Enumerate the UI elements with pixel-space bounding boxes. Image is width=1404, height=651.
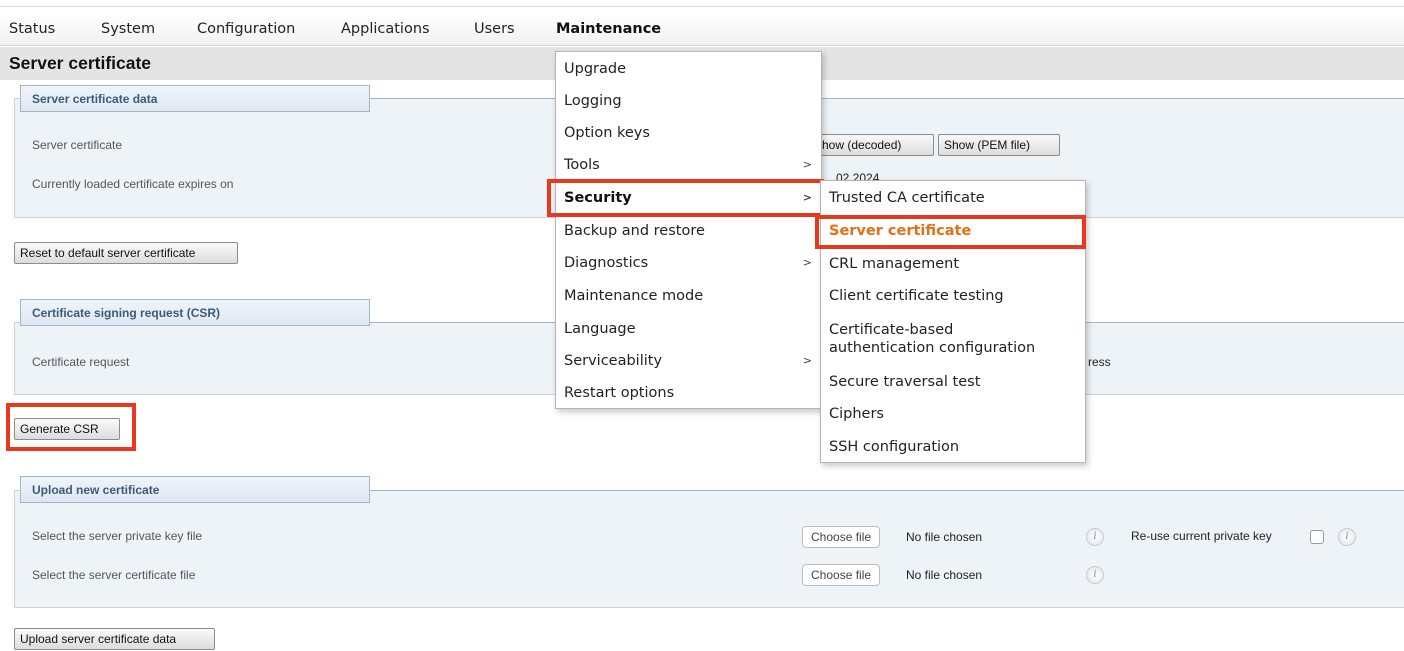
- legend-divider: [370, 98, 1404, 99]
- menu-item-security[interactable]: Security >: [556, 183, 821, 215]
- menu-item-option-keys[interactable]: Option keys: [556, 118, 821, 150]
- menu-item-upgrade[interactable]: Upgrade: [556, 54, 821, 86]
- submenu-item-cert-based-auth[interactable]: Certificate-based authentication configu…: [821, 314, 1085, 368]
- top-divider: [0, 6, 1404, 7]
- upload-legend: Upload new certificate: [20, 476, 370, 503]
- certificate-request-label: Certificate request: [32, 355, 130, 369]
- submenu-arrow-icon: >: [802, 158, 812, 171]
- menu-item-label: Maintenance mode: [564, 288, 704, 304]
- menu-item-label: Serviceability: [564, 353, 663, 369]
- menu-item-backup-restore[interactable]: Backup and restore: [556, 216, 821, 248]
- nav-users[interactable]: Users: [474, 21, 515, 37]
- generate-csr-button[interactable]: Generate CSR: [14, 418, 120, 440]
- submenu-item-trusted-ca[interactable]: Trusted CA certificate: [821, 183, 1085, 215]
- menu-item-maintenance-mode[interactable]: Maintenance mode: [556, 281, 821, 313]
- menu-item-label: CRL management: [829, 256, 960, 272]
- private-key-file-status: No file chosen: [906, 530, 983, 544]
- submenu-item-client-cert-testing[interactable]: Client certificate testing: [821, 281, 1085, 313]
- nav-maintenance[interactable]: Maintenance: [556, 21, 661, 37]
- menu-item-label: Security: [564, 190, 632, 206]
- menu-item-label: Restart options: [564, 385, 675, 401]
- menu-item-label: Trusted CA certificate: [829, 190, 985, 206]
- security-submenu: Trusted CA certificate Server certificat…: [820, 180, 1086, 463]
- show-decoded-button[interactable]: Show (decoded): [808, 134, 934, 156]
- menu-item-label: Diagnostics: [564, 255, 649, 271]
- menu-item-restart-options[interactable]: Restart options: [556, 378, 821, 410]
- submenu-item-crl-management[interactable]: CRL management: [821, 249, 1085, 281]
- menu-item-logging[interactable]: Logging: [556, 86, 821, 118]
- server-certificate-legend: Server certificate data: [20, 85, 370, 112]
- upload-server-cert-button[interactable]: Upload server certificate data: [14, 628, 215, 650]
- reuse-private-key-checkbox[interactable]: [1310, 530, 1324, 544]
- menu-item-serviceability[interactable]: Serviceability >: [556, 346, 821, 378]
- menu-item-label: authentication configuration: [829, 340, 1036, 356]
- main-nav: Status System Configuration Applications…: [0, 14, 1404, 46]
- cert-file-status: No file chosen: [906, 568, 983, 582]
- menu-item-label: Backup and restore: [564, 223, 705, 239]
- menu-item-diagnostics[interactable]: Diagnostics >: [556, 248, 821, 280]
- submenu-item-ciphers[interactable]: Ciphers: [821, 399, 1085, 431]
- cert-expiry-label: Currently loaded certificate expires on: [32, 177, 234, 191]
- reuse-private-key-label: Re-use current private key: [1131, 529, 1272, 543]
- nav-status[interactable]: Status: [9, 21, 55, 37]
- menu-item-label: Ciphers: [829, 406, 884, 422]
- server-certificate-label: Server certificate: [32, 138, 123, 152]
- menu-item-label: Client certificate testing: [829, 288, 1004, 304]
- show-pem-button[interactable]: Show (PEM file): [938, 134, 1060, 156]
- info-icon[interactable]: i: [1086, 528, 1104, 546]
- private-key-file-label: Select the server private key file: [32, 529, 203, 543]
- submenu-item-server-certificate[interactable]: Server certificate: [821, 216, 1085, 248]
- menu-item-label: Language: [564, 321, 636, 337]
- menu-item-label: Secure traversal test: [829, 374, 981, 390]
- menu-item-label: Option keys: [564, 125, 650, 141]
- reset-default-cert-button[interactable]: Reset to default server certificate: [14, 242, 238, 264]
- nav-applications[interactable]: Applications: [341, 21, 430, 37]
- cert-file-label: Select the server certificate file: [32, 568, 196, 582]
- menu-item-label: Tools: [564, 157, 600, 173]
- submenu-item-secure-traversal[interactable]: Secure traversal test: [821, 367, 1085, 399]
- upload-section: [14, 490, 1404, 608]
- csr-status-text: ress: [1088, 355, 1111, 369]
- submenu-arrow-icon: >: [802, 191, 812, 204]
- info-icon[interactable]: i: [1086, 566, 1104, 584]
- choose-private-key-button[interactable]: Choose file: [802, 526, 881, 548]
- submenu-item-ssh-config[interactable]: SSH configuration: [821, 432, 1085, 464]
- legend-divider: [370, 490, 1404, 491]
- menu-item-label: SSH configuration: [829, 439, 960, 455]
- menu-item-language[interactable]: Language: [556, 314, 821, 346]
- menu-item-label: Logging: [564, 93, 622, 109]
- choose-cert-file-button[interactable]: Choose file: [802, 564, 881, 586]
- menu-item-label: Server certificate: [829, 223, 972, 239]
- menu-item-label: Upgrade: [564, 61, 626, 77]
- info-icon[interactable]: i: [1338, 528, 1356, 546]
- submenu-arrow-icon: >: [802, 354, 812, 367]
- menu-item-label: Certificate-based: [829, 322, 954, 338]
- maintenance-menu: Upgrade Logging Option keys Tools > Secur…: [555, 51, 822, 409]
- csr-legend: Certificate signing request (CSR): [20, 299, 370, 326]
- page-title: Server certificate: [9, 53, 152, 73]
- nav-configuration[interactable]: Configuration: [197, 21, 295, 37]
- nav-system[interactable]: System: [101, 21, 155, 37]
- submenu-arrow-icon: >: [802, 256, 812, 269]
- menu-item-tools[interactable]: Tools >: [556, 150, 821, 182]
